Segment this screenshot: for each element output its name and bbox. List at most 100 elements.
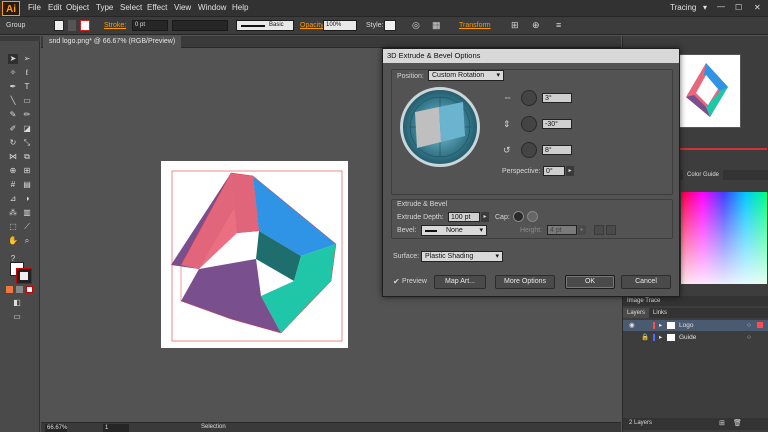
stroke-weight-input[interactable]: 0 pt xyxy=(132,20,168,31)
minimize-icon[interactable]: — xyxy=(717,2,725,11)
y-rotation-knob[interactable] xyxy=(521,116,537,132)
fill-dropdown[interactable] xyxy=(68,20,76,31)
recolor-icon[interactable]: ◎ xyxy=(412,20,420,31)
ok-button[interactable]: OK xyxy=(565,275,615,289)
stroke-color-swatch[interactable] xyxy=(16,268,32,284)
eyedropper-tool-icon[interactable]: ⊿ xyxy=(8,194,18,204)
graphic-style-swatch[interactable] xyxy=(384,20,396,31)
menu-select[interactable]: Select xyxy=(120,3,142,12)
transform-options-icon[interactable]: ⊞ xyxy=(511,20,519,31)
gradient-mode-icon[interactable] xyxy=(16,286,23,293)
panel-menu-icon[interactable]: ≡ xyxy=(556,20,561,30)
color-mode-icon[interactable] xyxy=(6,286,13,293)
selection-tool-icon[interactable]: ➤ xyxy=(8,54,18,64)
hand-tool-icon[interactable]: ✋ xyxy=(8,236,18,246)
menu-type[interactable]: Type xyxy=(96,3,113,12)
y-rotation-input[interactable]: -30° xyxy=(542,119,572,129)
mesh-tool-icon[interactable]: # xyxy=(8,180,18,190)
fill-swatch[interactable] xyxy=(54,20,64,31)
close-icon[interactable]: ✕ xyxy=(754,3,761,12)
rotate-tool-icon[interactable]: ↻ xyxy=(8,138,18,148)
z-rotation-input[interactable]: 8° xyxy=(542,145,572,155)
maximize-icon[interactable]: ☐ xyxy=(735,3,742,12)
navigator-slider[interactable] xyxy=(679,148,767,150)
pencil-tool-icon[interactable]: ✏ xyxy=(22,110,32,120)
opacity-input[interactable]: 100% xyxy=(323,20,357,31)
tab-links[interactable]: Links xyxy=(649,308,671,318)
z-rotation-knob[interactable] xyxy=(521,142,537,158)
layer-lock-icon[interactable]: 🔒 xyxy=(641,332,649,343)
layer-expand-icon[interactable]: ▸ xyxy=(659,320,662,331)
stroke-swatch[interactable] xyxy=(80,20,90,31)
eraser-tool-icon[interactable]: ◪ xyxy=(22,124,32,134)
navigator-preview[interactable] xyxy=(679,54,741,128)
line-tool-icon[interactable]: ╲ xyxy=(8,96,18,106)
status-text[interactable]: Selection xyxy=(201,424,226,430)
logo-3d-artwork[interactable] xyxy=(161,161,348,348)
zoom-level[interactable]: 66.67% xyxy=(45,424,67,432)
align-icon[interactable]: ▦ xyxy=(432,20,441,31)
preview-checkbox[interactable]: ✔ xyxy=(393,277,400,286)
tools-panel-grip[interactable] xyxy=(0,36,40,41)
menu-view[interactable]: View xyxy=(174,3,191,12)
map-art-button[interactable]: Map Art... xyxy=(434,275,486,289)
perspective-grid-tool-icon[interactable]: ⊞ xyxy=(22,166,32,176)
extrude-depth-arrow-icon[interactable]: ▸ xyxy=(481,212,489,222)
zoom-tool-icon[interactable]: ⌕ xyxy=(22,236,32,246)
color-spectrum[interactable] xyxy=(681,192,767,284)
menu-window[interactable]: Window xyxy=(198,3,226,12)
blend-tool-icon[interactable]: ◑ xyxy=(22,194,32,204)
rectangle-tool-icon[interactable]: ▭ xyxy=(22,96,32,106)
layer-row-logo[interactable]: ◉ ▸ Logo ○ xyxy=(623,320,768,331)
document-tab[interactable]: snd logo.png* @ 66.67% (RGB/Preview) xyxy=(43,36,182,48)
pen-tool-icon[interactable]: ✒ xyxy=(8,82,18,92)
menu-object[interactable]: Object xyxy=(66,3,89,12)
menu-file[interactable]: File xyxy=(28,3,41,12)
more-options-button[interactable]: More Options xyxy=(495,275,555,289)
stroke-label[interactable]: Stroke: xyxy=(104,22,126,29)
variable-width-dropdown[interactable] xyxy=(172,20,228,31)
layer-target-icon[interactable]: ○ xyxy=(747,320,751,331)
scale-tool-icon[interactable]: ⤡ xyxy=(22,138,32,148)
shape-builder-tool-icon[interactable]: ⊕ xyxy=(8,166,18,176)
position-dropdown[interactable]: Custom Rotation ▾ xyxy=(428,70,504,81)
tab-image-trace[interactable]: Image Trace xyxy=(623,296,664,306)
cancel-button[interactable]: Cancel xyxy=(621,275,671,289)
delete-layer-icon[interactable]: 🗑 xyxy=(733,419,742,427)
workspace-switcher[interactable]: Tracing xyxy=(670,3,696,12)
layer-selection-indicator[interactable] xyxy=(757,322,763,328)
layer-expand-icon[interactable]: ▸ xyxy=(659,332,662,343)
workspace-chevron-icon[interactable]: ▾ xyxy=(703,3,707,12)
new-layer-icon[interactable]: ⊞ xyxy=(719,419,725,427)
type-tool-icon[interactable]: T xyxy=(22,82,32,92)
isolate-icon[interactable]: ⊕ xyxy=(532,20,540,31)
tab-layers[interactable]: Layers xyxy=(623,308,650,318)
surface-dropdown[interactable]: Plastic Shading ▾ xyxy=(421,251,503,262)
screen-mode-icon[interactable]: ▭ xyxy=(12,312,22,322)
transform-link[interactable]: Transform xyxy=(459,22,491,29)
layer-name[interactable]: Logo xyxy=(679,320,693,331)
menu-effect[interactable]: Effect xyxy=(147,3,167,12)
menu-edit[interactable]: Edit xyxy=(48,3,62,12)
symbol-sprayer-tool-icon[interactable]: ⁂ xyxy=(8,208,18,218)
menu-help[interactable]: Help xyxy=(232,3,248,12)
perspective-input[interactable]: 0° xyxy=(543,166,565,176)
none-mode-icon[interactable] xyxy=(26,286,33,293)
bevel-dropdown[interactable]: None ▾ xyxy=(421,225,487,236)
cap-off-icon[interactable] xyxy=(527,211,538,222)
x-rotation-input[interactable]: 3° xyxy=(542,93,572,103)
paintbrush-tool-icon[interactable]: ✎ xyxy=(8,110,18,120)
extrude-depth-input[interactable]: 100 pt xyxy=(448,212,480,222)
width-tool-icon[interactable]: ⋈ xyxy=(8,152,18,162)
cap-on-icon[interactable] xyxy=(513,211,524,222)
free-transform-tool-icon[interactable]: ⧉ xyxy=(22,152,32,162)
dialog-title[interactable]: 3D Extrude & Bevel Options xyxy=(383,49,679,63)
layer-target-icon[interactable]: ○ xyxy=(747,332,751,343)
x-rotation-knob[interactable] xyxy=(521,90,537,106)
column-graph-tool-icon[interactable]: ▥ xyxy=(22,208,32,218)
slice-tool-icon[interactable]: ⟋ xyxy=(22,222,32,232)
artboard-tool-icon[interactable]: ⬚ xyxy=(8,222,18,232)
magic-wand-tool-icon[interactable]: ✧ xyxy=(8,68,18,78)
gradient-tool-icon[interactable]: ▤ xyxy=(22,180,32,190)
perspective-arrow-icon[interactable]: ▸ xyxy=(566,166,574,176)
